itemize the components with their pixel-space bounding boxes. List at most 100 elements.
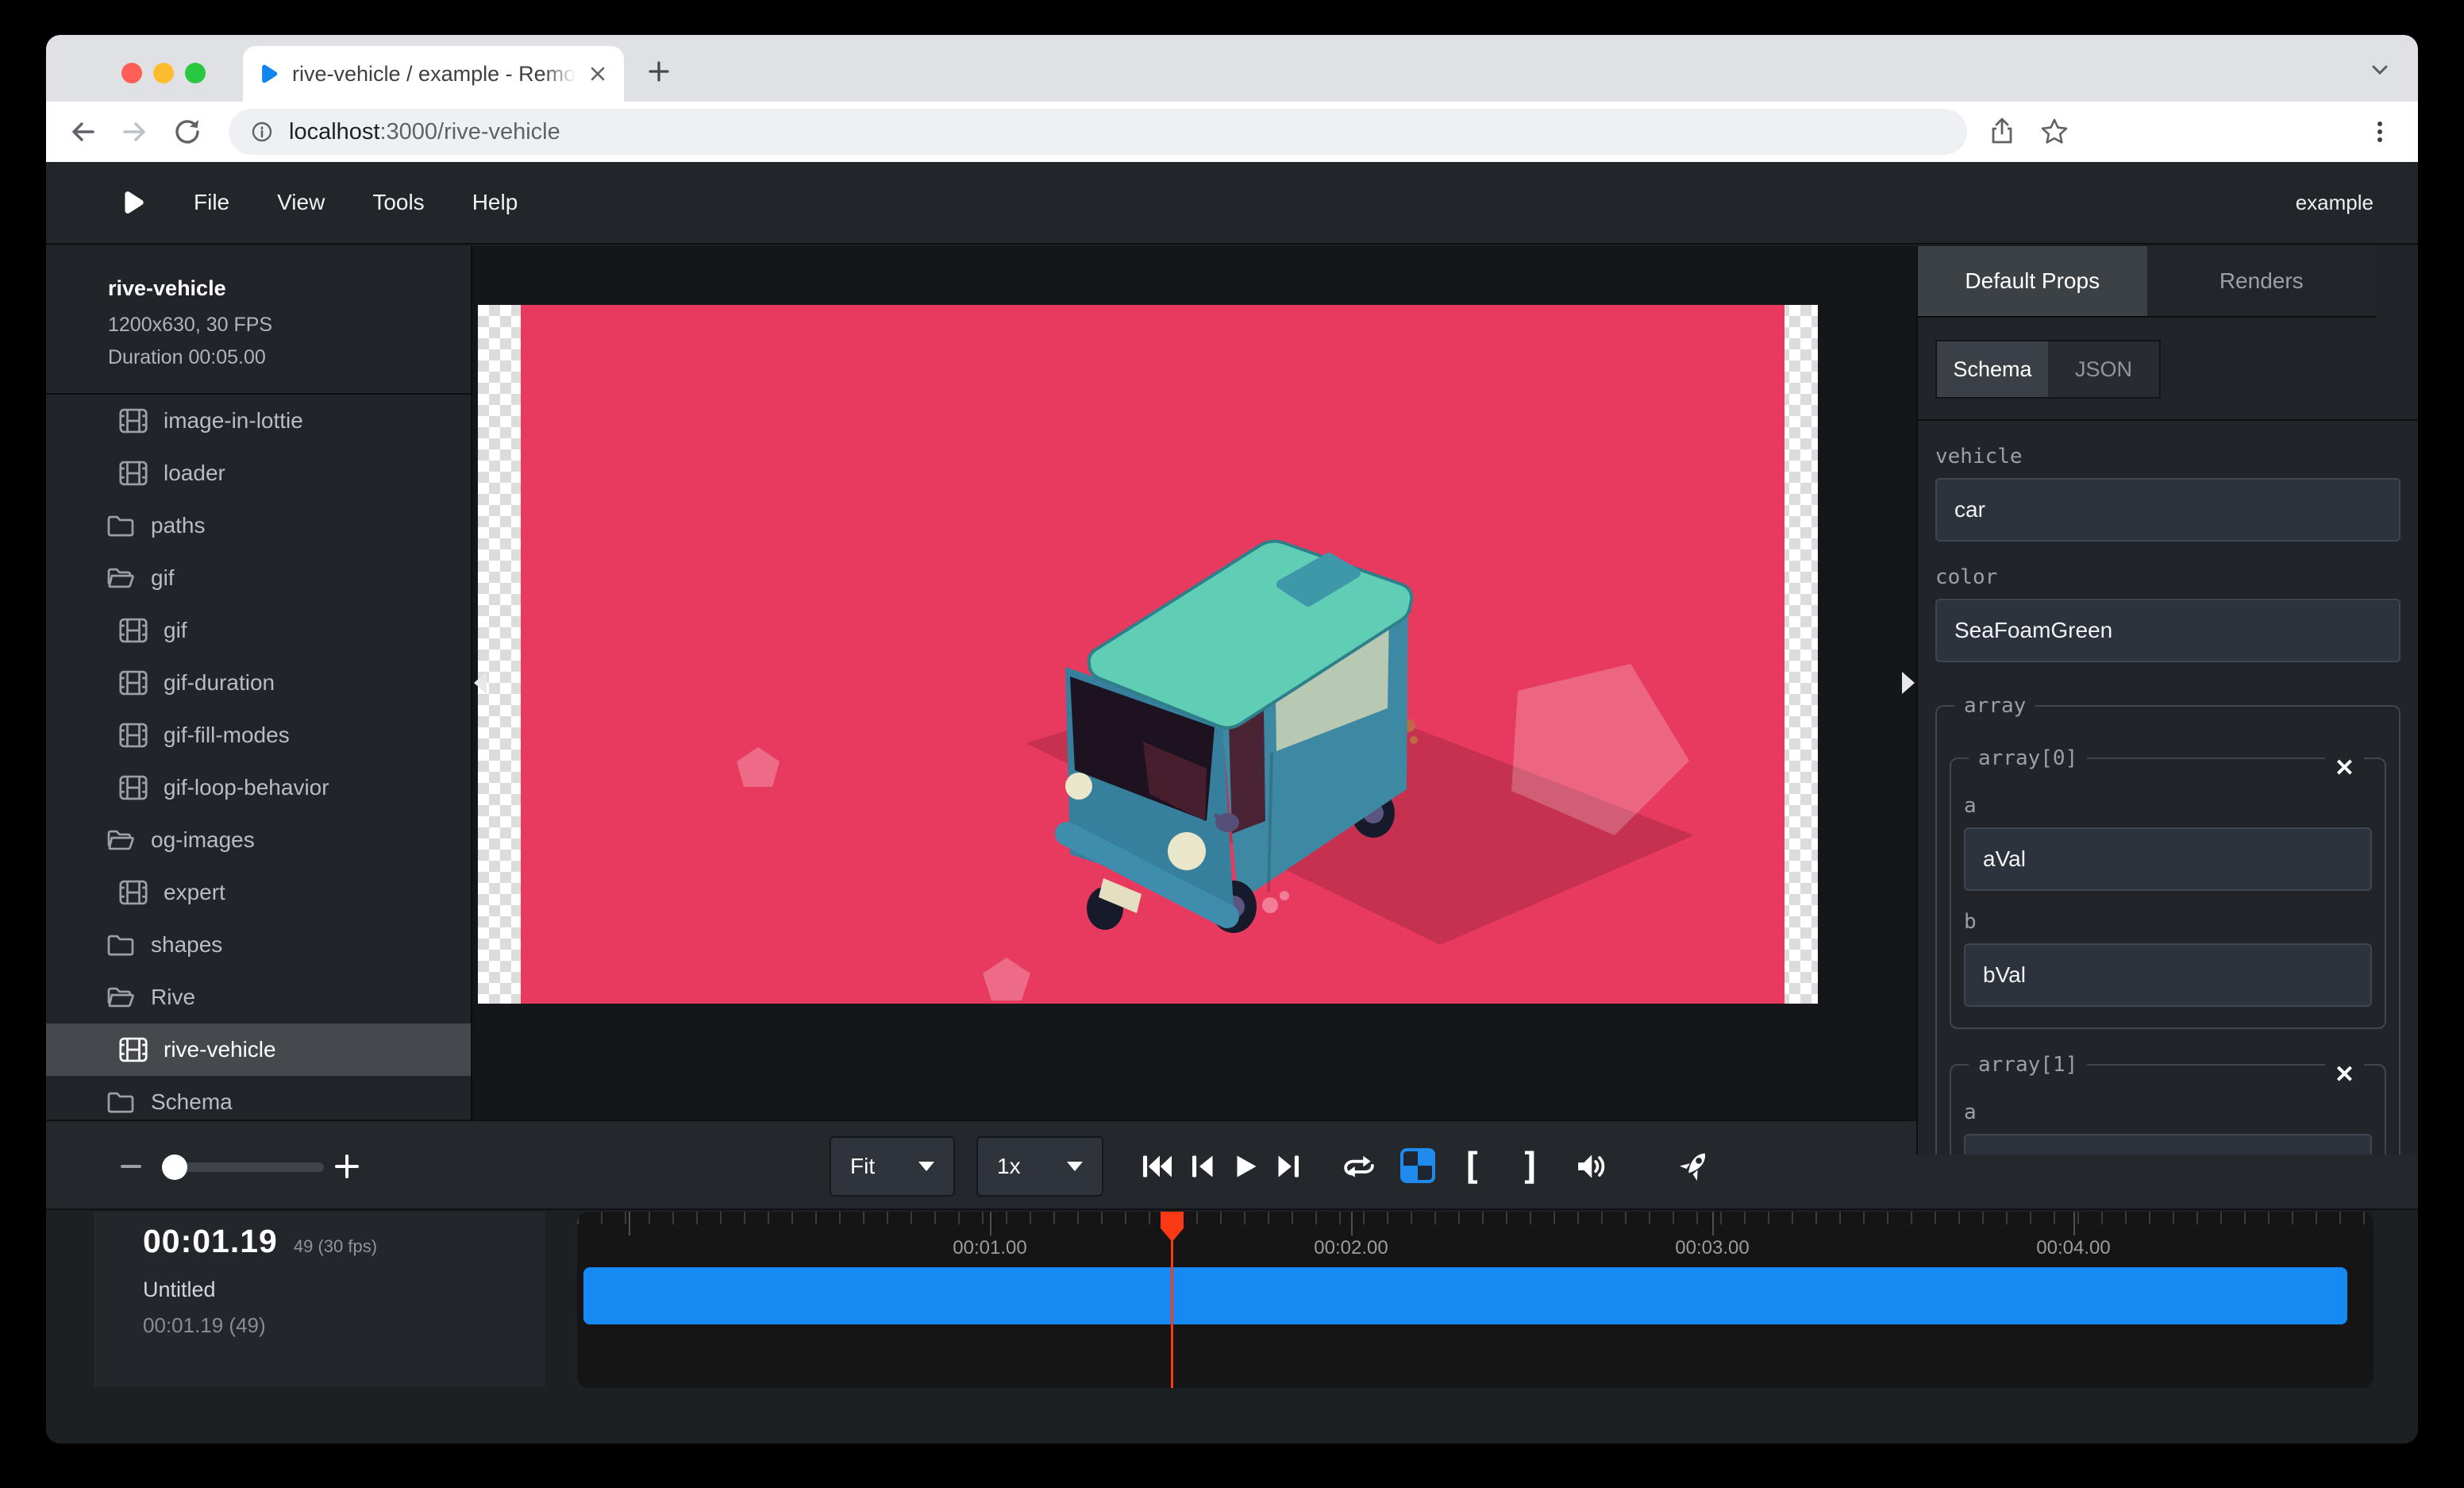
toggle-json[interactable]: JSON <box>2048 341 2159 397</box>
ruler-minor-ticks <box>577 1212 2374 1224</box>
sidebar-item-gif-fill-modes[interactable]: gif-fill-modes <box>46 709 471 761</box>
zoom-slider-thumb[interactable] <box>162 1155 187 1180</box>
array-1-fieldset: array[1] ✕ a b <box>1950 1053 2386 1155</box>
menu-tools[interactable]: Tools <box>372 190 424 215</box>
next-frame-button[interactable] <box>1270 1148 1308 1185</box>
remotion-logo-icon[interactable] <box>119 189 146 216</box>
site-info-icon[interactable] <box>249 119 275 145</box>
color-field-label: color <box>1935 565 2400 589</box>
close-window-button[interactable] <box>121 63 142 83</box>
vehicle-illustration <box>478 305 1818 1004</box>
out-point-button[interactable]: ] <box>1511 1148 1550 1185</box>
url-path: :3000/rive-vehicle <box>379 119 560 145</box>
loop-toggle-icon[interactable] <box>1340 1148 1378 1185</box>
sidebar-item-gif-loop-behavior[interactable]: gif-loop-behavior <box>46 761 471 814</box>
playhead-handle[interactable] <box>1161 1212 1184 1242</box>
sidebar-item-image-in-lottie[interactable]: image-in-lottie <box>46 395 471 447</box>
film-icon <box>119 670 148 696</box>
toggle-schema[interactable]: Schema <box>1937 341 2048 397</box>
array-0-a-label: a <box>1964 794 2372 818</box>
sidebar-folder-shapes[interactable]: shapes <box>46 919 471 971</box>
in-point-button[interactable]: [ <box>1453 1148 1491 1185</box>
props-divider <box>1918 419 2418 421</box>
playback-rate-dropdown[interactable]: 1x <box>976 1136 1103 1197</box>
props-tabs: Default Props Renders <box>1918 246 2376 318</box>
composition-preview <box>478 305 1818 1004</box>
previous-frame-button[interactable] <box>1183 1148 1221 1185</box>
film-icon <box>119 775 148 800</box>
ruler-major-tick <box>629 1212 630 1236</box>
volume-icon[interactable] <box>1572 1148 1610 1185</box>
sidebar-item-rive-vehicle[interactable]: rive-vehicle <box>46 1023 471 1076</box>
timeline-ruler[interactable]: 00:01.00 00:02.00 00:03.00 00:04.00 <box>577 1212 2374 1388</box>
composition-resolution: 1200x630, 30 FPS <box>108 314 455 337</box>
array-1-a-input[interactable] <box>1964 1134 2372 1155</box>
zoom-out-button[interactable] <box>113 1149 149 1184</box>
array-1-label: array[1] <box>1969 1053 2087 1077</box>
tab-renders[interactable]: Renders <box>2147 246 2377 316</box>
folder-closed-icon <box>106 1089 135 1115</box>
timeline-track-bar[interactable] <box>583 1267 2347 1324</box>
array-0-remove-icon[interactable]: ✕ <box>2325 754 2364 783</box>
folder-open-icon <box>106 565 135 591</box>
forward-button[interactable] <box>117 114 152 149</box>
transparency-checkerboard-toggle[interactable] <box>1400 1148 1435 1183</box>
bookmark-star-icon[interactable] <box>2037 114 2072 149</box>
film-icon <box>119 618 148 643</box>
ruler-label-2s: 00:02.00 <box>1314 1237 1388 1259</box>
zoom-slider[interactable] <box>164 1162 324 1172</box>
menu-view[interactable]: View <box>277 190 325 215</box>
tab-close-icon[interactable] <box>587 62 610 86</box>
array-0-b-input[interactable] <box>1964 943 2372 1007</box>
fit-dropdown-value: Fit <box>850 1154 875 1179</box>
main-area: rive-vehicle 1200x630, 30 FPS Duration 0… <box>46 246 2418 1120</box>
project-label: example <box>2296 191 2374 215</box>
minimize-window-button[interactable] <box>153 63 174 83</box>
collapse-left-panel-handle[interactable] <box>474 672 487 694</box>
menu-file[interactable]: File <box>194 190 229 215</box>
sidebar-folder-paths[interactable]: paths <box>46 499 471 552</box>
share-icon[interactable] <box>1985 114 2019 149</box>
color-field-input[interactable] <box>1935 599 2400 662</box>
sidebar-folder-rive[interactable]: Rive <box>46 971 471 1023</box>
timeline-info-panel: 00:01.19 49 (30 fps) Untitled 00:01.19 (… <box>94 1212 545 1386</box>
sidebar-item-gif-duration[interactable]: gif-duration <box>46 657 471 709</box>
browser-toolbar: localhost:3000/rive-vehicle <box>46 102 2418 162</box>
url-bar[interactable]: localhost:3000/rive-vehicle <box>229 109 1967 155</box>
array-0-a-input[interactable] <box>1964 827 2372 891</box>
fit-dropdown[interactable]: Fit <box>830 1136 955 1197</box>
folder-closed-icon <box>106 513 135 538</box>
sidebar-item-gif[interactable]: gif <box>46 604 471 657</box>
browser-tab[interactable]: rive-vehicle / example - Remot <box>243 46 624 102</box>
zoom-in-button[interactable] <box>329 1149 365 1184</box>
back-button[interactable] <box>65 114 100 149</box>
collapse-right-panel-handle[interactable] <box>1902 672 1915 694</box>
browser-window: rive-vehicle / example - Remot localhost… <box>46 35 2418 1444</box>
track-timecode: 00:01.19 (49) <box>143 1313 545 1338</box>
array-label: array <box>1954 694 2035 718</box>
sidebar-folder-gif[interactable]: gif <box>46 552 471 604</box>
play-button[interactable] <box>1226 1148 1265 1185</box>
reload-button[interactable] <box>170 114 205 149</box>
jump-to-start-button[interactable] <box>1138 1148 1176 1185</box>
browser-menu-icon[interactable] <box>2362 114 2397 149</box>
ruler-label-3s: 00:03.00 <box>1675 1237 1749 1259</box>
tab-default-props[interactable]: Default Props <box>1918 246 2147 316</box>
tab-title: rive-vehicle / example - Remot <box>292 62 576 86</box>
new-tab-button[interactable] <box>643 56 675 87</box>
vehicle-field-input[interactable] <box>1935 478 2400 542</box>
array-1-remove-icon[interactable]: ✕ <box>2325 1061 2364 1089</box>
ruler-major-tick <box>2073 1212 2075 1236</box>
composition-name: rive-vehicle <box>108 276 455 301</box>
menu-help[interactable]: Help <box>472 190 518 215</box>
preview-canvas-area <box>472 246 1916 1120</box>
sidebar-folder-og-images[interactable]: og-images <box>46 814 471 866</box>
film-icon <box>119 461 148 486</box>
array-fieldset: array array[0] ✕ a b array[1] ✕ a <box>1935 694 2400 1155</box>
sidebar-item-loader[interactable]: loader <box>46 447 471 499</box>
render-rocket-icon[interactable] <box>1677 1148 1715 1185</box>
folder-open-icon <box>106 985 135 1010</box>
tab-search-chevron-icon[interactable] <box>2366 56 2394 84</box>
fullscreen-window-button[interactable] <box>185 63 206 83</box>
sidebar-item-expert[interactable]: expert <box>46 866 471 919</box>
